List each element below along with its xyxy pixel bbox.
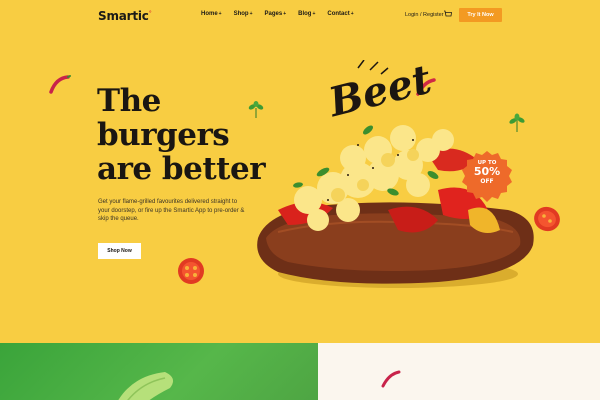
- cream-section: [318, 343, 600, 400]
- nav-item-home[interactable]: Home+: [201, 11, 222, 17]
- logo-mark: °: [148, 10, 152, 17]
- main-nav: Home+ Shop+ Pages+ Blog+ Contact+: [201, 11, 366, 17]
- caret-down-icon: +: [350, 11, 354, 17]
- shop-now-button[interactable]: Shop Now: [98, 243, 141, 259]
- caret-down-icon: +: [218, 11, 222, 17]
- lettuce-icon: [118, 372, 174, 400]
- nav-label: Contact: [327, 11, 350, 17]
- login-register-link[interactable]: Login / Register: [405, 12, 444, 18]
- nav-label: Blog: [298, 11, 312, 17]
- caret-down-icon: +: [283, 11, 287, 17]
- badge-line: OFF: [480, 178, 494, 185]
- nav-item-pages[interactable]: Pages+: [265, 11, 287, 17]
- try-it-now-button[interactable]: Try It Now: [459, 8, 502, 22]
- nav-item-blog[interactable]: Blog+: [298, 11, 315, 17]
- chili-icon: [381, 370, 401, 388]
- tomato-icon: [178, 258, 204, 284]
- caret-down-icon: +: [312, 11, 316, 17]
- hero-description: Get your flame-grilled favourites delive…: [98, 199, 245, 222]
- beet-script-text: Beet: [323, 60, 436, 126]
- badge-percent: 50%: [473, 165, 501, 178]
- nav-label: Home: [201, 11, 218, 17]
- chili-icon: [49, 75, 71, 94]
- caret-down-icon: +: [249, 11, 253, 17]
- nav-item-shop[interactable]: Shop+: [234, 11, 253, 17]
- hero-section: Smartic° Home+ Shop+ Pages+ Blog+ Contac…: [0, 0, 600, 343]
- nav-label: Shop: [233, 11, 249, 17]
- green-section: [0, 343, 318, 400]
- logo[interactable]: Smartic°: [98, 9, 152, 23]
- cart-icon[interactable]: [443, 10, 452, 18]
- discount-badge-text: UP TO 50% OFF: [460, 160, 514, 185]
- nav-item-contact[interactable]: Contact+: [327, 11, 353, 17]
- nav-label: Pages: [264, 11, 283, 17]
- logo-text: Smartic: [98, 9, 149, 23]
